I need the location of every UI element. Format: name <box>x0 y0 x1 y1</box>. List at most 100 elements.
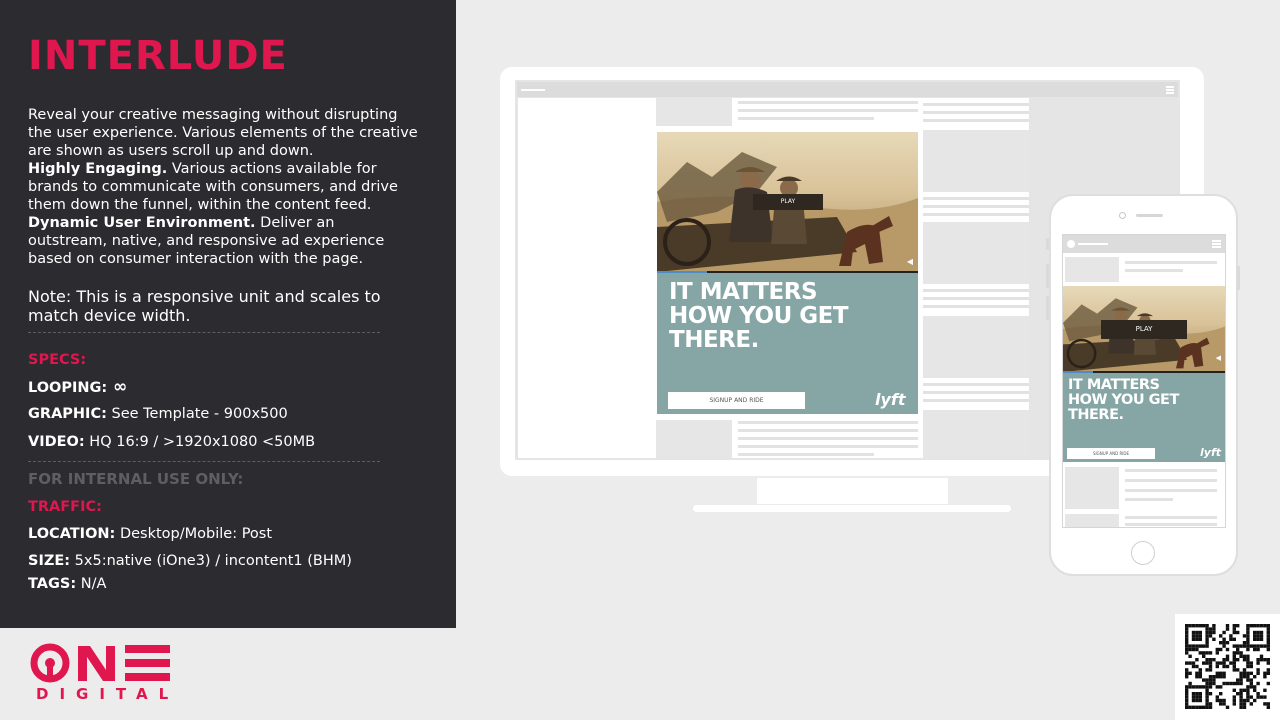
ad-video[interactable]: PLAY ◀︎ <box>657 132 918 272</box>
ad-headline-line: IT MATTERS <box>669 279 818 305</box>
lyft-logo: lyft <box>1200 446 1221 459</box>
placeholder-text <box>1125 523 1217 526</box>
placeholder-text <box>923 297 1029 300</box>
graphic-value: See Template - 900x500 <box>106 406 288 422</box>
placeholder-text <box>923 103 1029 106</box>
ad-headline-line: IT MATTERS <box>1068 377 1160 393</box>
size-value: 5x5:native (iOne3) / incontent1 (BHM) <box>70 553 352 569</box>
phone-button <box>1046 296 1049 320</box>
size-label: SIZE: <box>28 553 71 569</box>
specs-header: SPECS: <box>28 352 87 368</box>
placeholder-text <box>923 111 1029 114</box>
placeholder-image <box>923 316 1029 378</box>
page-title: INTERLUDE <box>28 33 288 79</box>
description-engaging: Highly Engaging. Various actions availab… <box>28 160 418 214</box>
placeholder-text <box>1125 498 1173 501</box>
mute-icon[interactable]: ◀︎ <box>907 258 913 266</box>
placeholder-image <box>923 410 1029 458</box>
video-label: VIDEO: <box>28 434 85 450</box>
qr-code-pattern <box>1185 624 1270 709</box>
description: Reveal your creative messaging without d… <box>28 106 418 268</box>
phone-home-button <box>1131 541 1155 565</box>
video-progress <box>657 271 707 273</box>
lyft-logo: lyft <box>875 390 906 409</box>
location-value: Desktop/Mobile: Post <box>115 526 273 542</box>
dynamic-label: Dynamic User Environment. <box>28 215 256 231</box>
phone-camera <box>1119 212 1126 219</box>
traffic-header: TRAFFIC: <box>28 499 102 515</box>
phone-speaker <box>1136 214 1163 217</box>
monitor-stand <box>757 478 948 504</box>
placeholder-text <box>923 391 1029 394</box>
placeholder-text <box>1125 489 1217 492</box>
placeholder-image <box>923 130 1029 192</box>
phone-button <box>1237 266 1240 290</box>
placeholder-text <box>1125 469 1217 472</box>
placeholder-text <box>923 289 1029 292</box>
video-progress-track <box>1093 371 1225 373</box>
ad-video[interactable]: PLAY ◀︎ <box>1063 286 1225 372</box>
ad-headline-line: THERE. <box>669 327 759 353</box>
placeholder-image <box>1065 467 1119 509</box>
placeholder-image <box>656 98 732 126</box>
placeholder-text <box>738 429 918 432</box>
placeholder-text <box>923 305 1029 308</box>
placeholder-text <box>738 421 918 424</box>
video-value: HQ 16:9 / >1920x1080 <50MB <box>84 434 316 450</box>
placeholder-text <box>738 109 918 112</box>
looping-row: LOOPING: ∞ <box>28 378 127 397</box>
placeholder-text <box>923 205 1029 208</box>
placeholder-text <box>738 101 918 104</box>
qr-code[interactable] <box>1175 614 1280 720</box>
play-button[interactable]: PLAY <box>753 194 823 210</box>
video-progress-track <box>707 271 918 273</box>
ad-headline-line: THERE. <box>1068 407 1124 423</box>
tags-row: TAGS: N/A <box>28 575 106 593</box>
divider <box>28 332 380 333</box>
phone-button <box>1046 238 1049 250</box>
placeholder-text <box>1125 516 1217 519</box>
description-intro: Reveal your creative messaging without d… <box>28 107 418 159</box>
signup-button[interactable]: SIGNUP AND RIDE <box>668 392 805 409</box>
mobile-ad-unit[interactable]: PLAY ◀︎ IT MATTERS HOW YOU GET THERE. SI… <box>1063 286 1225 462</box>
placeholder-image <box>656 420 732 458</box>
phone-button <box>1046 264 1049 288</box>
one-digital-logo: DIGITAL <box>30 642 172 708</box>
graphic-label: GRAPHIC: <box>28 406 107 422</box>
placeholder-image <box>1065 514 1119 527</box>
placeholder-image <box>923 222 1029 284</box>
placeholder-text <box>1125 269 1183 272</box>
info-panel: INTERLUDE Reveal your creative messaging… <box>0 0 456 628</box>
placeholder-image <box>1065 257 1119 282</box>
ad-headline: IT MATTERS HOW YOU GET THERE. <box>1068 378 1179 423</box>
tags-label: TAGS: <box>28 576 77 592</box>
menu-icon[interactable] <box>1212 240 1221 248</box>
ad-headline: IT MATTERS HOW YOU GET THERE. <box>669 279 849 353</box>
divider <box>28 461 380 462</box>
internal-use-header: FOR INTERNAL USE ONLY: <box>28 470 244 488</box>
placeholder-text <box>923 197 1029 200</box>
engaging-label: Highly Engaging. <box>28 161 168 177</box>
placeholder-text <box>1125 261 1217 264</box>
video-progress <box>1063 371 1093 373</box>
menu-icon[interactable] <box>1166 86 1174 94</box>
looping-label: LOOPING: <box>28 380 108 396</box>
placeholder-text <box>923 119 1029 122</box>
placeholder-text <box>738 437 918 440</box>
placeholder-text <box>738 453 874 456</box>
phone-browser-bar <box>1063 235 1225 253</box>
location-row: LOCATION: Desktop/Mobile: Post <box>28 525 272 543</box>
tags-value: N/A <box>76 576 107 592</box>
desktop-ad-unit[interactable]: PLAY ◀︎ IT MATTERS HOW YOU GET THERE. SI… <box>657 132 918 414</box>
description-dynamic: Dynamic User Environment. Deliver an out… <box>28 214 418 268</box>
mute-icon[interactable]: ◀︎ <box>1216 355 1221 362</box>
ad-headline-line: HOW YOU GET <box>669 303 849 329</box>
graphic-row: GRAPHIC: See Template - 900x500 <box>28 405 288 423</box>
size-row: SIZE: 5x5:native (iOne3) / incontent1 (B… <box>28 552 352 570</box>
browser-bar <box>517 82 1178 97</box>
signup-button[interactable]: SIGNUP AND RIDE <box>1067 448 1155 459</box>
placeholder-text <box>738 445 918 448</box>
placeholder-text <box>923 213 1029 216</box>
monitor-base <box>693 505 1011 512</box>
play-button[interactable]: PLAY <box>1101 320 1187 339</box>
